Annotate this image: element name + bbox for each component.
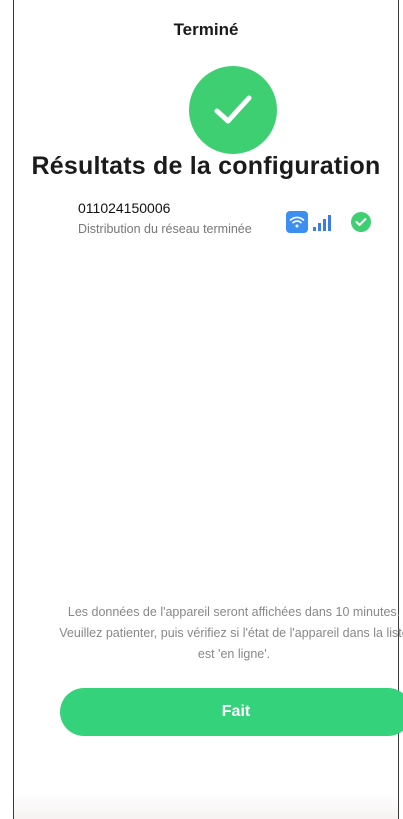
app-screen: Terminé Résultats de la configuration 01…: [13, 0, 403, 819]
page-title: Résultats de la configuration: [31, 152, 381, 180]
device-status-text: Distribution du réseau terminée: [78, 222, 252, 236]
device-status-icons: [286, 211, 371, 233]
wifi-icon: [286, 211, 308, 233]
bottom-shade: [14, 793, 398, 819]
done-button[interactable]: Fait: [60, 688, 403, 736]
info-message: Les données de l'appareil seront affiché…: [59, 605, 403, 661]
check-circle-icon: [351, 212, 371, 232]
success-check-icon: [189, 66, 277, 154]
header-title: Terminé: [173, 20, 239, 39]
signal-strength-icon: [313, 213, 333, 231]
